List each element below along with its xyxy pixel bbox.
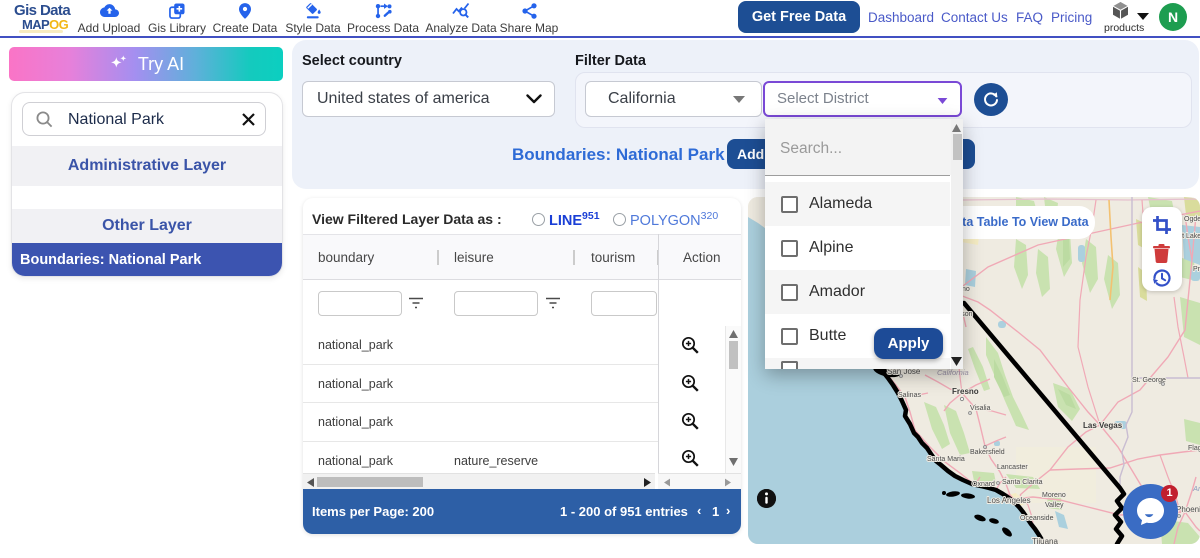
svg-text:Ogden: Ogden (1184, 216, 1200, 223)
svg-text:Santa Clarita: Santa Clarita (1002, 479, 1043, 486)
svg-text:California: California (937, 368, 969, 377)
svg-text:Ariz: Ariz (1192, 484, 1200, 493)
svg-text:Provo: Provo (1193, 266, 1200, 273)
svg-text:Phoenix: Phoenix (1176, 505, 1200, 514)
svg-text:Tijuana: Tijuana (1032, 537, 1058, 544)
svg-text:Los Angeles: Los Angeles (987, 496, 1031, 505)
svg-text:Valley: Valley (1045, 502, 1064, 509)
svg-text:Lancaster: Lancaster (997, 464, 1028, 471)
svg-text:Fresno: Fresno (952, 387, 979, 396)
svg-text:Oceanside: Oceanside (1020, 515, 1054, 522)
svg-text:St. George: St. George (1132, 377, 1166, 384)
svg-text:Visalia: Visalia (970, 405, 991, 412)
svg-text:Las Vegas: Las Vegas (1083, 421, 1123, 430)
svg-text:Moreno: Moreno (1042, 492, 1066, 499)
svg-text:Salinas: Salinas (898, 392, 921, 399)
svg-text:Bakersfield: Bakersfield (970, 449, 1005, 456)
svg-text:Flagstaff: Flagstaff (1188, 445, 1200, 452)
svg-text:Oxnard: Oxnard (972, 481, 995, 488)
svg-text:Santa Maria: Santa Maria (927, 456, 965, 463)
